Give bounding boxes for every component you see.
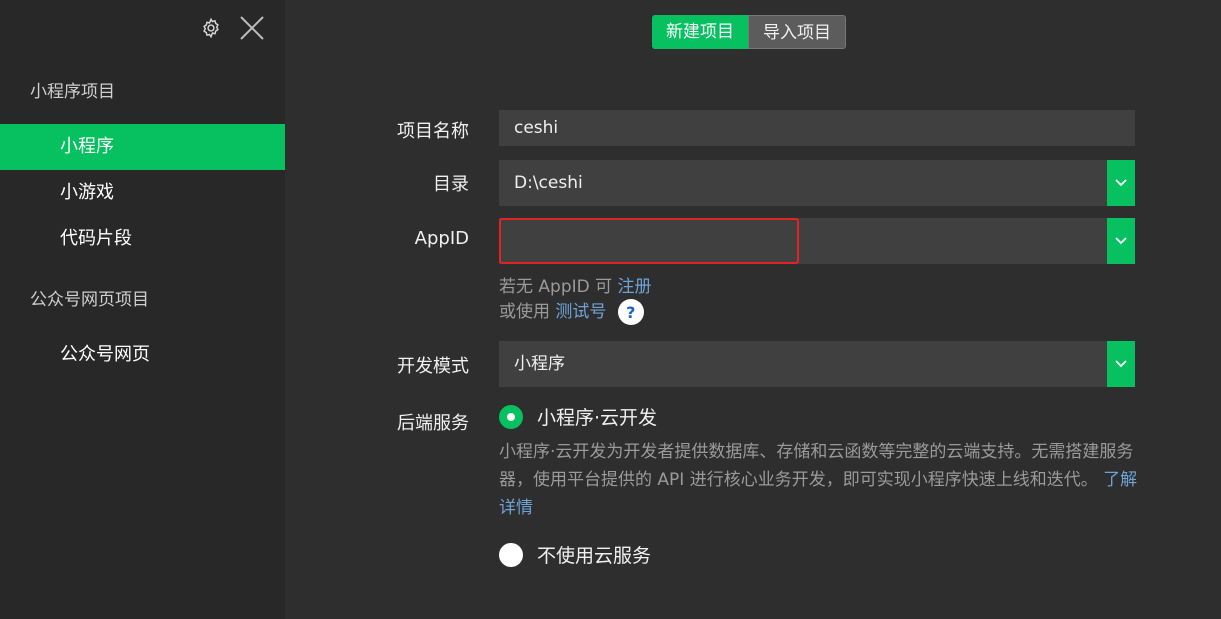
chevron-down-icon[interactable]	[1107, 160, 1135, 206]
help-icon[interactable]: ?	[617, 299, 644, 325]
chevron-down-icon[interactable]	[1107, 341, 1135, 387]
no-cloud-radio[interactable]	[499, 542, 523, 567]
cloud-option-row: 小程序·云开发	[499, 403, 657, 430]
dev-mode-label: 开发模式	[397, 356, 469, 377]
gear-icon[interactable]	[198, 15, 224, 41]
dev-mode-select[interactable]: 小程序	[499, 341, 1135, 387]
appid-register-hint: 若无 AppID 可 注册	[499, 272, 652, 297]
dev-mode-value: 小程序	[514, 354, 565, 374]
directory-value: D:\ceshi	[514, 173, 583, 193]
directory-label: 目录	[433, 174, 469, 195]
sidebar-item-code-snippet[interactable]: 代码片段	[0, 216, 285, 262]
backend-label: 后端服务	[397, 413, 469, 434]
test-hint-text: 或使用	[499, 302, 550, 322]
tab-import-project[interactable]: 导入项目	[748, 15, 846, 49]
group-title-official-account: 公众号网页项目	[30, 290, 149, 310]
window-controls	[198, 14, 266, 42]
project-tabs: 新建项目 导入项目	[652, 15, 846, 49]
sidebar: 小程序项目 小程序 小游戏 代码片段 公众号网页项目 公众号网页	[0, 0, 285, 619]
chevron-down-icon[interactable]	[1107, 218, 1135, 264]
cloud-option-label[interactable]: 小程序·云开发	[537, 403, 657, 430]
appid-input[interactable]	[499, 218, 799, 264]
appid-label: AppID	[414, 228, 469, 249]
no-cloud-option-row: 不使用云服务	[499, 541, 651, 568]
register-link[interactable]: 注册	[618, 277, 652, 297]
appid-hint-text: 若无 AppID 可	[499, 277, 613, 297]
tab-new-project[interactable]: 新建项目	[652, 15, 748, 49]
test-account-link[interactable]: 测试号	[555, 302, 606, 322]
sidebar-item-minigame[interactable]: 小游戏	[0, 170, 285, 216]
project-name-label: 项目名称	[397, 121, 469, 142]
cloud-desc-text: 小程序·云开发为开发者提供数据库、存储和云函数等完整的云端支持。无需搭建服务器，…	[499, 442, 1134, 490]
project-name-input[interactable]: ceshi	[499, 110, 1135, 146]
directory-select[interactable]: D:\ceshi	[499, 160, 1135, 206]
no-cloud-option-label[interactable]: 不使用云服务	[537, 541, 651, 568]
test-account-hint: 或使用 测试号 ?	[499, 297, 644, 325]
sidebar-item-official-webpage[interactable]: 公众号网页	[0, 332, 285, 378]
cloud-radio[interactable]	[499, 404, 523, 429]
cloud-description: 小程序·云开发为开发者提供数据库、存储和云函数等完整的云端支持。无需搭建服务器，…	[499, 438, 1139, 522]
group-title-miniprogram: 小程序项目	[30, 82, 115, 102]
close-icon[interactable]	[238, 14, 266, 42]
sidebar-item-miniprogram[interactable]: 小程序	[0, 124, 285, 170]
main-panel: 新建项目 导入项目 项目名称 ceshi 目录 D:\ceshi AppID 若…	[285, 0, 1221, 619]
appid-select	[499, 218, 1135, 264]
